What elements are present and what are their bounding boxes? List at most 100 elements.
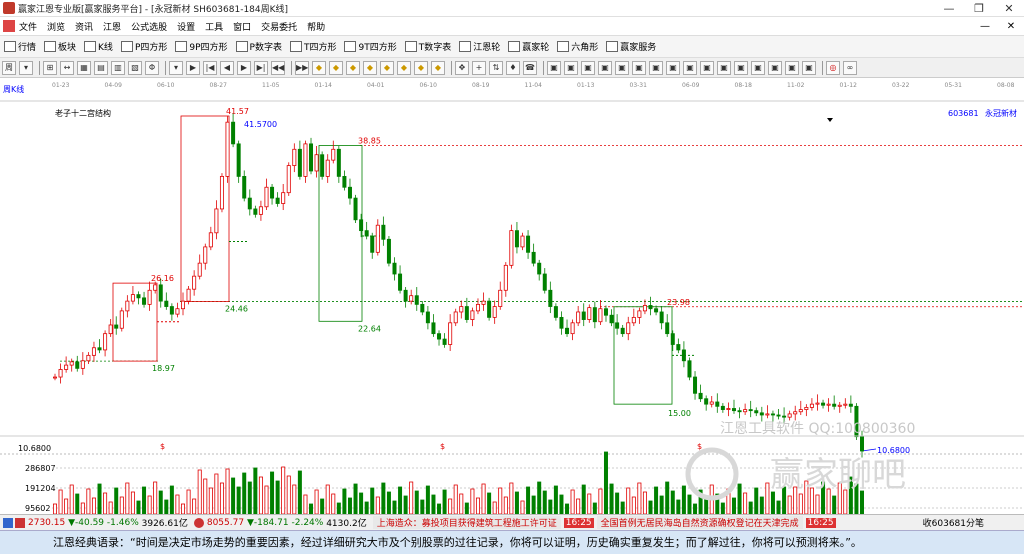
tool-icon-43[interactable]: ▣ (768, 60, 782, 75)
volume-bar (53, 503, 58, 515)
tool-icon-17[interactable]: ◆ (312, 60, 326, 75)
sh-index-value[interactable]: 2730.15 (28, 518, 65, 528)
menu-item-6[interactable]: 工具 (205, 20, 223, 33)
toolbar-button-0[interactable]: 行情 (4, 40, 36, 53)
toolbar-button-3[interactable]: P四方形 (120, 40, 167, 53)
tool-icon-6[interactable]: ▥ (111, 60, 125, 75)
news-ticker-1[interactable]: 上海造众：募投项目获得建筑工程施工许可证 (372, 516, 561, 529)
menu-item-8[interactable]: 交易委托 (261, 20, 297, 33)
tool-icon-34[interactable]: ▣ (615, 60, 629, 75)
candle-body (214, 208, 219, 234)
tool-icon-1[interactable]: ▾ (19, 60, 33, 75)
tool-icon-36[interactable]: ▣ (649, 60, 663, 75)
close-button[interactable]: ✕ (994, 2, 1024, 15)
toolbar-button-8[interactable]: T数字表 (404, 40, 451, 53)
tool-icon-20[interactable]: ◆ (363, 60, 377, 75)
date-tick: 06-10 (157, 82, 175, 89)
quote-bar: 江恩经典语录：“时间是决定市场走势的重要因素，经过详细研究大市及个别股票的过往记… (0, 530, 1024, 554)
tool-icon-13[interactable]: ▶ (237, 60, 251, 75)
tool-icon-3[interactable]: ↔ (60, 60, 74, 75)
toolbar-button-9[interactable]: 江恩轮 (459, 40, 500, 53)
tool-icon-24[interactable]: ◆ (431, 60, 445, 75)
toolbar-button-5[interactable]: P数字表 (235, 40, 282, 53)
period-label[interactable]: 周K线 (3, 84, 24, 95)
tool-icon-16[interactable]: ▶▶ (295, 60, 309, 75)
tool-icon-27[interactable]: ⇅ (489, 60, 503, 75)
tool-icon-41[interactable]: ▣ (734, 60, 748, 75)
toolbar-button-4[interactable]: 9P四方形 (175, 40, 228, 53)
tool-icon-33[interactable]: ▣ (598, 60, 612, 75)
block-icon (44, 41, 57, 52)
volume-bar (186, 489, 191, 515)
toolbar-button-6[interactable]: T四方形 (289, 40, 336, 53)
tool-icon-25[interactable]: ✥ (455, 60, 469, 75)
tool-icon-39[interactable]: ▣ (700, 60, 714, 75)
tool-icon-21[interactable]: ◆ (380, 60, 394, 75)
volume-bar (69, 484, 74, 515)
tool-icon-44[interactable]: ▣ (785, 60, 799, 75)
child-window-control-0[interactable]: — (972, 21, 998, 32)
tool-icon-5[interactable]: ▤ (94, 60, 108, 75)
tool-icon-45[interactable]: ▣ (802, 60, 816, 75)
tool-icon-4[interactable]: ▦ (77, 60, 91, 75)
tool-icon-35[interactable]: ▣ (632, 60, 646, 75)
menu-item-2[interactable]: 资讯 (75, 20, 93, 33)
candle-body (821, 402, 826, 406)
toolbar-button-1[interactable]: 板块 (44, 40, 76, 53)
toolbar-button-12[interactable]: 赢家服务 (606, 40, 656, 53)
volume-bar (214, 473, 219, 515)
tool-icon-14[interactable]: ▶| (254, 60, 268, 75)
tool-icon-22[interactable]: ◆ (397, 60, 411, 75)
menu-item-4[interactable]: 公式选股 (131, 20, 167, 33)
candle-body (815, 402, 820, 405)
tool-icon-26[interactable]: + (472, 60, 486, 75)
volume-bar (626, 487, 631, 515)
maximize-button[interactable]: ❐ (964, 2, 994, 15)
toolbar-button-10[interactable]: 赢家轮 (508, 40, 549, 53)
menu-item-3[interactable]: 江恩 (103, 20, 121, 33)
tool-icon-11[interactable]: |◀ (203, 60, 217, 75)
tool-icon-42[interactable]: ▣ (751, 60, 765, 75)
volume-bar (670, 490, 675, 515)
tool-icon-37[interactable]: ▣ (666, 60, 680, 75)
tool-icon-10[interactable]: ▶ (186, 60, 200, 75)
sz-index-value[interactable]: 8055.77 (207, 518, 244, 528)
toolbar-button-7[interactable]: 9T四方形 (344, 40, 397, 53)
tool-icon-40[interactable]: ▣ (717, 60, 731, 75)
kline-chart[interactable]: 老子十二宫结构 603681 永冠新材 41.57 41.5700 38.85 26.16 2… (0, 96, 1024, 515)
candle-body (754, 410, 759, 414)
tool-icon-47[interactable]: ∞ (843, 60, 857, 75)
child-window-control-1[interactable]: ✕ (998, 21, 1024, 32)
tool-icon-9[interactable]: ▾ (169, 60, 183, 75)
news-ticker-2[interactable]: 全国首例无居民海岛自然资源确权登记在天津完成 (596, 516, 803, 529)
tool-icon-7[interactable]: ▧ (128, 60, 142, 75)
tool-icon-28[interactable]: ♦ (506, 60, 520, 75)
tool-icon-23[interactable]: ◆ (414, 60, 428, 75)
tool-icon-8[interactable]: Φ (145, 60, 159, 75)
menu-item-7[interactable]: 窗口 (233, 20, 251, 33)
menu-item-5[interactable]: 设置 (177, 20, 195, 33)
menu-item-1[interactable]: 浏览 (47, 20, 65, 33)
menu-item-9[interactable]: 帮助 (307, 20, 325, 33)
tool-icon-12[interactable]: ◀ (220, 60, 234, 75)
minimize-button[interactable]: — (934, 2, 964, 15)
toolbar-label: 赢家轮 (522, 43, 550, 53)
candle-body (843, 403, 848, 406)
tool-icon-32[interactable]: ▣ (581, 60, 595, 75)
menu-item-0[interactable]: 文件 (19, 20, 37, 33)
tool-icon-18[interactable]: ◆ (329, 60, 343, 75)
volume-bar (247, 481, 252, 515)
toolbar-button-2[interactable]: K线 (84, 40, 113, 53)
chart-area[interactable]: 老子十二宫结构 603681 永冠新材 41.57 41.5700 38.85 26.16 2… (0, 96, 1024, 515)
tool-icon-19[interactable]: ◆ (346, 60, 360, 75)
tool-icon-29[interactable]: ☎ (523, 60, 537, 75)
tool-icon-31[interactable]: ▣ (564, 60, 578, 75)
tool-icon-38[interactable]: ▣ (683, 60, 697, 75)
tool-icon-15[interactable]: ◀◀ (271, 60, 285, 75)
tool-icon-46[interactable]: ◎ (826, 60, 840, 75)
tool-icon-0[interactable]: 周 (2, 60, 16, 75)
tool-icon-2[interactable]: ⊞ (43, 60, 57, 75)
toolbar-button-11[interactable]: 六角形 (557, 40, 598, 53)
dividend-mark: $ (160, 442, 165, 451)
tool-icon-30[interactable]: ▣ (547, 60, 561, 75)
